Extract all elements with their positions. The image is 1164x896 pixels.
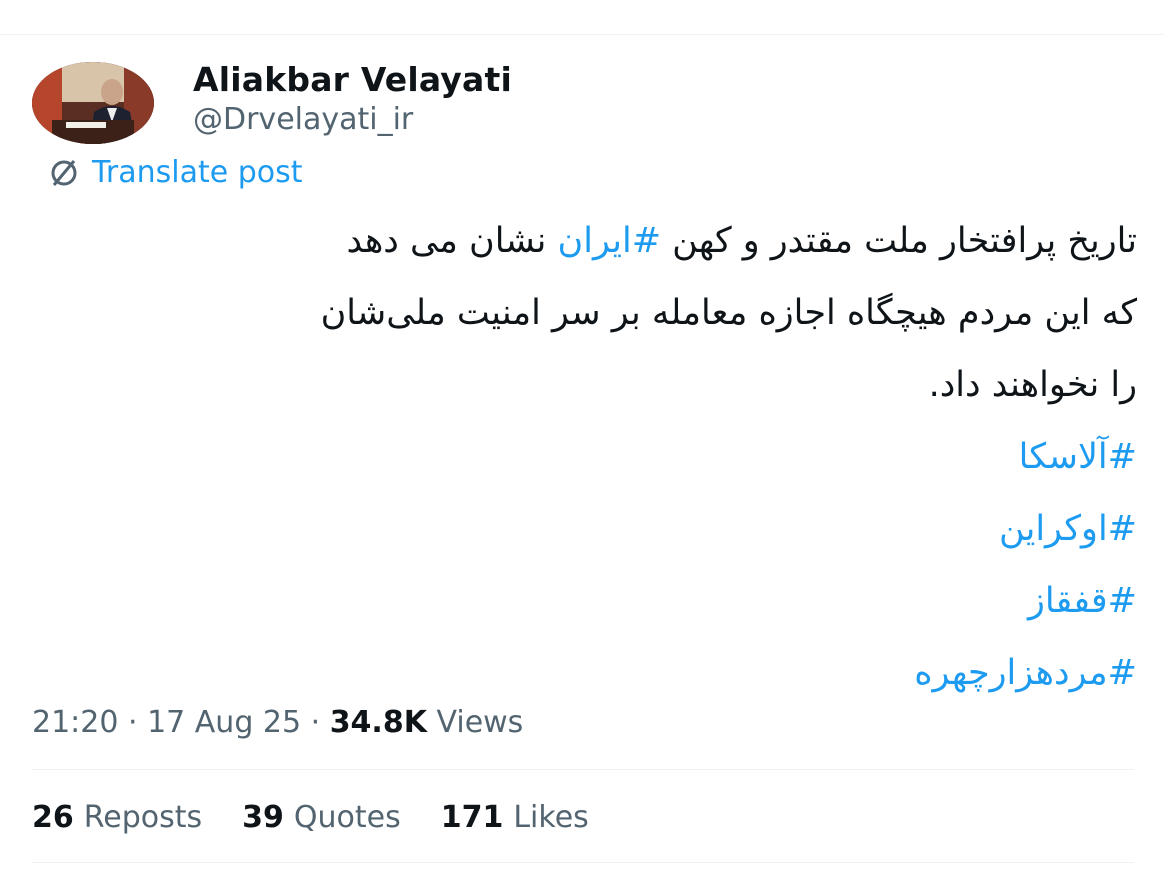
text-segment: نشان می دهد (346, 221, 558, 261)
post-text-line: را نخواهند داد. (928, 365, 1137, 405)
quotes-count: 39 (242, 800, 284, 835)
views-count: 34.8K (329, 705, 427, 740)
post-text-line: که این مردم هیچگاه اجازه معامله بر سر ام… (320, 293, 1137, 333)
reposts-count: 26 (32, 800, 74, 835)
quotes-link[interactable]: 39 Quotes (242, 800, 401, 835)
hashtag-list: #آلاسکا #اوکراین #قفقاز #مردهزارچهره (42, 421, 1137, 709)
avatar[interactable] (32, 62, 154, 144)
translate-post-label: Translate post (92, 154, 303, 190)
post-text: تاریخ پرافتخار ملت مقتدر و کهن #ایران نش… (42, 205, 1137, 709)
reposts-link[interactable]: 26 Reposts (32, 800, 202, 835)
post-date[interactable]: 17 Aug 25 (147, 705, 301, 740)
views-label: Views (426, 705, 524, 740)
hashtag-link-iran[interactable]: #ایران (558, 221, 662, 261)
hashtag-link[interactable]: #اوکراین (999, 509, 1137, 549)
hashtag-link[interactable]: #قفقاز (1028, 581, 1137, 621)
hashtag-link[interactable]: #آلاسکا (1019, 437, 1137, 477)
quotes-label: Quotes (293, 800, 401, 835)
author-display-name[interactable]: Aliakbar Velayati (193, 60, 512, 99)
post-text-line: تاریخ پرافتخار ملت مقتدر و کهن #ایران نش… (42, 205, 1137, 277)
engagement-stats: 26 Reposts 39 Quotes 171 Likes (32, 800, 589, 835)
post-meta: 21:20 · 17 Aug 25 · 34.8K Views (32, 705, 523, 740)
post-card: Aliakbar Velayati @Drvelayati_ir Transla… (0, 0, 1164, 896)
likes-link[interactable]: 171 Likes (441, 800, 589, 835)
hashtag-link[interactable]: #مردهزارچهره (914, 653, 1137, 693)
divider (32, 769, 1134, 770)
reposts-label: Reposts (83, 800, 203, 835)
avatar-photo-icon (32, 62, 154, 144)
likes-label: Likes (513, 800, 589, 835)
meta-separator: · (301, 705, 330, 740)
text-segment: تاریخ پرافتخار ملت مقتدر و کهن (661, 221, 1137, 261)
post-time[interactable]: 21:20 (32, 705, 118, 740)
translate-post-button[interactable]: Translate post (46, 154, 303, 190)
likes-count: 171 (440, 800, 504, 835)
divider (32, 862, 1134, 863)
translate-globe-icon (51, 160, 77, 186)
meta-separator: · (118, 705, 148, 740)
author-handle[interactable]: @Drvelayati_ir (193, 102, 413, 137)
